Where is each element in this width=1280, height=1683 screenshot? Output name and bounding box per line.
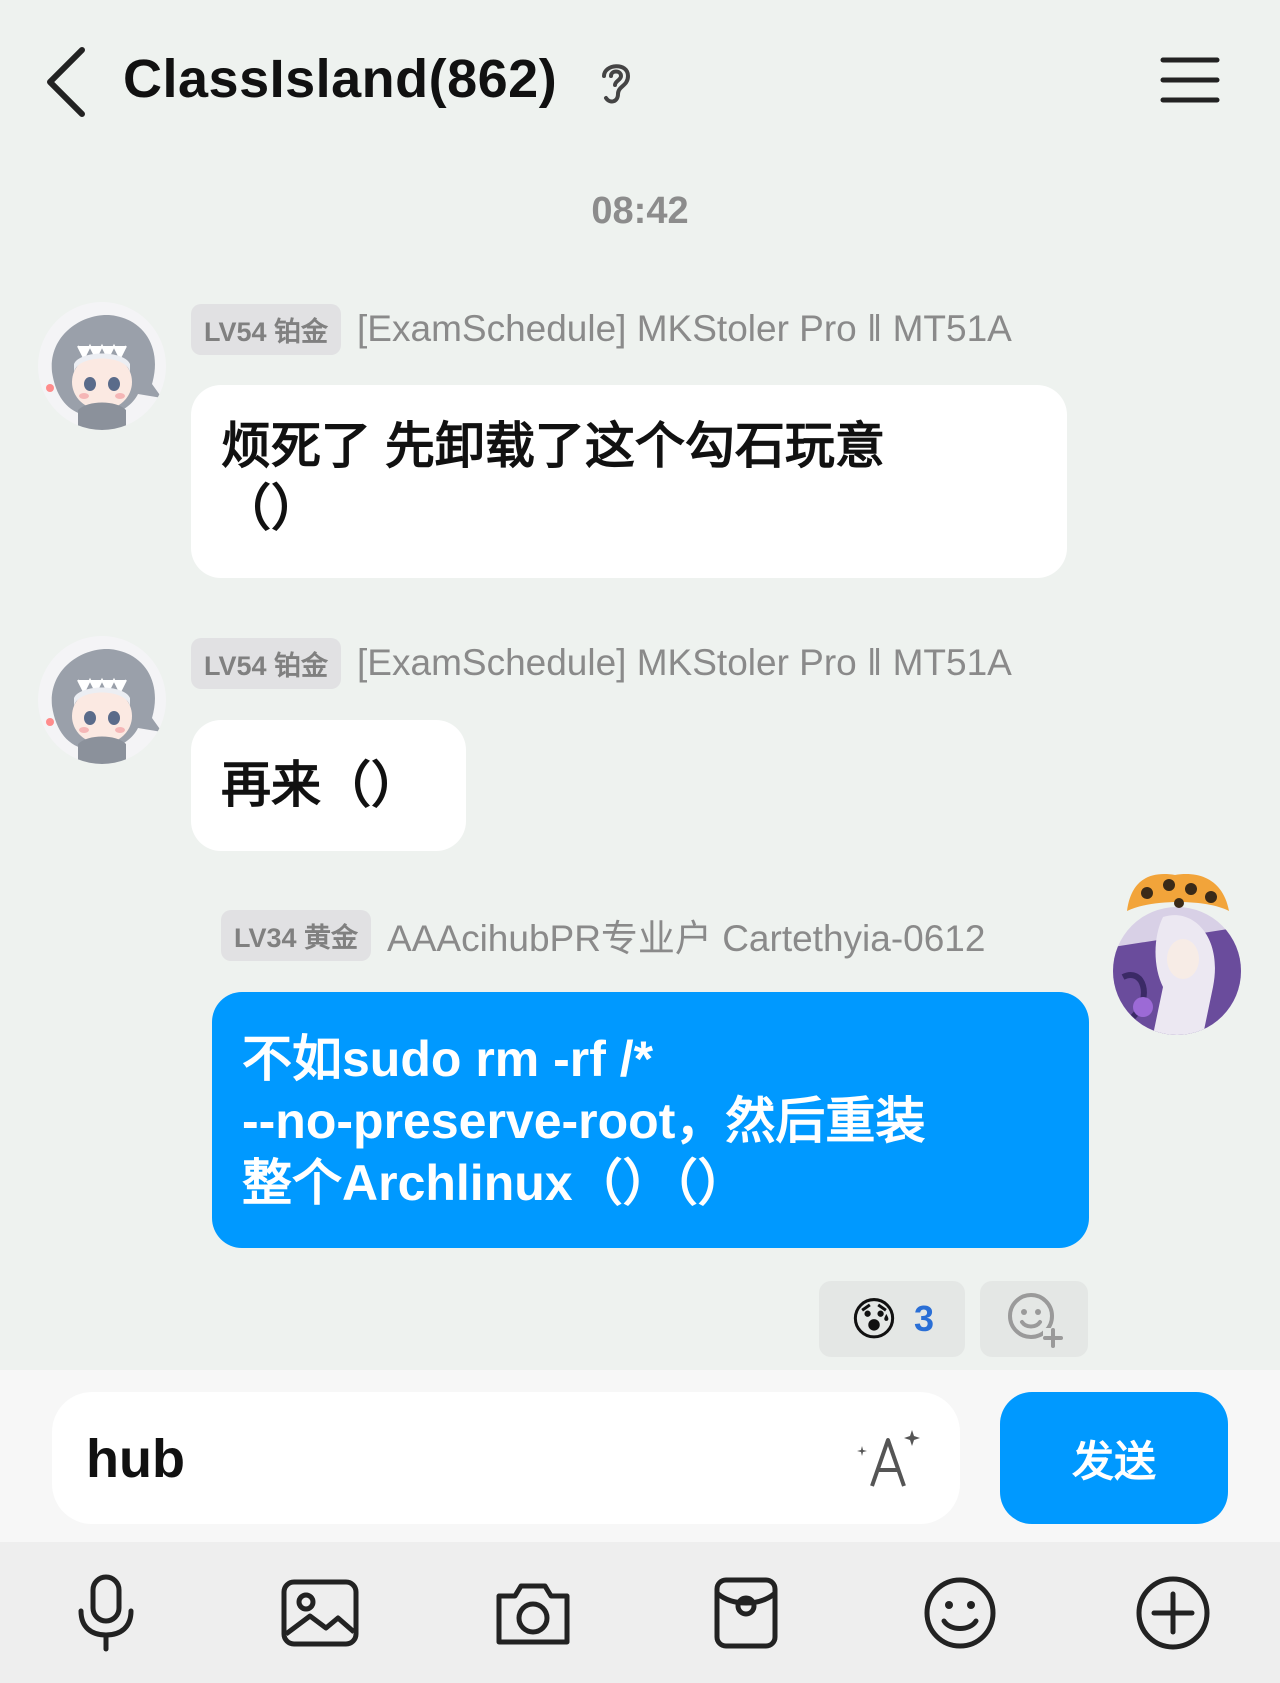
reaction-chip[interactable]: 😰 3: [819, 1281, 965, 1357]
message-meta: LV54 铂金 [ExamSchedule] MKStoler Pro ‖ MT…: [191, 303, 1012, 355]
back-button[interactable]: [40, 44, 96, 120]
level-badge: LV54 铂金: [191, 637, 342, 689]
reaction-emoji: 😰: [850, 1293, 898, 1345]
message-text-line: 烦死了 先卸载了这个勾石玩意: [221, 418, 885, 474]
message-text-line: 整个Archlinux（）（）: [242, 1155, 748, 1211]
message-text-line: 不如sudo rm -rf /*: [242, 1031, 654, 1087]
text-style-icon[interactable]: [854, 1424, 924, 1494]
message-meta: LV54 铂金 [ExamSchedule] MKStoler Pro ‖ MT…: [191, 637, 1012, 689]
ear-icon[interactable]: [596, 58, 636, 108]
more-button[interactable]: [1128, 1568, 1218, 1658]
sender-name[interactable]: [ExamSchedule] MKStoler Pro ‖ MT51A: [357, 642, 1012, 684]
message-meta: LV34 黄金 AAAcihubPR专业户 Cartethyia-0612: [221, 908, 985, 962]
composer-bar: hub 发送: [0, 1370, 1280, 1542]
avatar[interactable]: [1113, 874, 1241, 1035]
add-reaction-button[interactable]: [980, 1281, 1088, 1357]
menu-button[interactable]: [1160, 54, 1220, 106]
message-bubble[interactable]: 再来（）: [191, 720, 466, 851]
red-packet-icon: [714, 1577, 778, 1649]
camera-icon: [496, 1583, 570, 1645]
message-input[interactable]: hub: [52, 1392, 960, 1524]
message-text-line: --no-preserve-root，然后重装: [242, 1093, 926, 1149]
chevron-left-icon: [47, 47, 85, 117]
sender-name[interactable]: AAAcihubPR专业户 Cartethyia-0612: [387, 908, 985, 962]
chat-header: ClassIsland(862): [0, 0, 1280, 170]
reaction-count: 3: [913, 1298, 934, 1339]
level-badge: LV34 黄金: [221, 909, 372, 961]
message-text-line: 再来（）: [221, 757, 421, 813]
emoji-icon: [924, 1577, 996, 1649]
hamburger-menu-icon: [1160, 57, 1220, 103]
image-icon: [281, 1579, 359, 1647]
message-timestamp: 08:42: [591, 190, 689, 232]
message-bubble[interactable]: 不如sudo rm -rf /* --no-preserve-root，然后重装…: [212, 992, 1089, 1248]
send-button[interactable]: 发送: [1000, 1392, 1228, 1524]
plus-icon: [1136, 1576, 1210, 1650]
sender-name[interactable]: [ExamSchedule] MKStoler Pro ‖ MT51A: [357, 308, 1012, 350]
voice-button[interactable]: [61, 1568, 151, 1658]
message-bubble[interactable]: 烦死了 先卸载了这个勾石玩意 （）: [191, 385, 1067, 578]
microphone-icon: [78, 1574, 134, 1652]
image-button[interactable]: [275, 1568, 365, 1658]
level-badge: LV54 铂金: [191, 303, 342, 355]
message-input-value: hub: [86, 1429, 185, 1489]
avatar[interactable]: [38, 636, 166, 764]
emoji-button[interactable]: [915, 1568, 1005, 1658]
bottom-toolbar: [0, 1542, 1280, 1683]
message-text-line: （）: [221, 480, 321, 536]
chat-title[interactable]: ClassIsland(862): [123, 48, 557, 110]
camera-button[interactable]: [488, 1568, 578, 1658]
add-reaction-icon: [1008, 1293, 1063, 1348]
avatar[interactable]: [38, 302, 166, 430]
red-packet-button[interactable]: [701, 1568, 791, 1658]
